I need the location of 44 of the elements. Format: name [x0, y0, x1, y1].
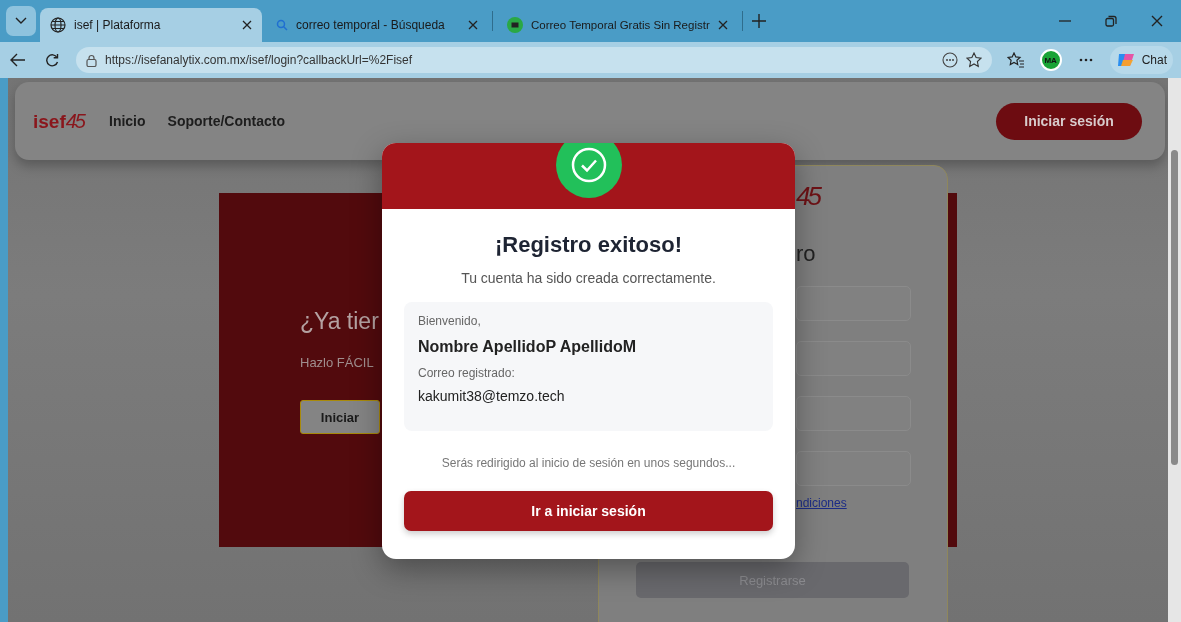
- more-options-icon[interactable]: [941, 52, 958, 68]
- browser-tab[interactable]: Correo Temporal Gratis Sin Registr: [497, 8, 738, 42]
- profile-avatar[interactable]: MA: [1039, 49, 1062, 71]
- search-icon: [276, 19, 288, 31]
- chevron-down-icon: [15, 17, 27, 25]
- nav-link[interactable]: Soporte/Contacto: [167, 113, 285, 129]
- star-icon[interactable]: [965, 52, 982, 68]
- input-field[interactable]: [796, 396, 911, 431]
- copilot-icon: [1115, 51, 1136, 69]
- chat-button[interactable]: Chat: [1109, 46, 1173, 74]
- email-label: Correo registrado:: [418, 366, 515, 380]
- redirect-note: Serás redirigido al inicio de sesión en unos segundos...: [441, 456, 736, 470]
- terms-link[interactable]: ndiciones: [796, 496, 847, 510]
- dialog-title: ¡Registro exitoso!: [495, 232, 682, 258]
- go-to-login-button[interactable]: Ir a iniciar sesión: [404, 491, 773, 531]
- browser-tab[interactable]: isef | Plataforma: [40, 8, 262, 42]
- plus-icon: [750, 13, 767, 29]
- login-button[interactable]: Iniciar sesión: [996, 102, 1142, 140]
- success-check-icon: [556, 143, 622, 198]
- user-name: Nombre ApellidoP ApellidoM: [418, 338, 637, 356]
- form-title: ro: [796, 241, 816, 267]
- dialog-subtitle: Tu cuenta ha sido creada correctamente.: [461, 270, 716, 286]
- panel-heading: ¿Ya tier: [300, 308, 379, 335]
- panel-text: Hazlo FÁCIL: [300, 355, 374, 370]
- minimize-icon: [1059, 20, 1071, 22]
- close-tab-icon[interactable]: [468, 20, 478, 30]
- close-tab-icon[interactable]: [717, 20, 728, 30]
- input-field[interactable]: [796, 341, 911, 376]
- user-email: kakumit38@temzo.tech: [418, 388, 565, 404]
- lock-icon: [86, 53, 97, 67]
- nav-link[interactable]: Inicio: [109, 113, 146, 129]
- close-tab-icon[interactable]: [242, 20, 252, 30]
- address-bar[interactable]: https://isefanalytix.com.mx/isef/login?callbackUrl=%2Fisef: [76, 47, 992, 73]
- scrollbar[interactable]: [1168, 78, 1181, 622]
- browser-tab[interactable]: correo temporal - Búsqueda: [266, 8, 488, 42]
- input-field[interactable]: [796, 286, 911, 321]
- welcome-label: Bienvenido,: [418, 314, 481, 328]
- globe-icon: [50, 17, 66, 33]
- more-icon: [1078, 58, 1093, 62]
- form-logo: 45: [796, 181, 819, 211]
- mail-icon: [507, 17, 523, 33]
- input-field[interactable]: [796, 451, 911, 486]
- favorites-button[interactable]: [1005, 50, 1026, 70]
- panel-login-button[interactable]: Iniciar: [300, 400, 380, 434]
